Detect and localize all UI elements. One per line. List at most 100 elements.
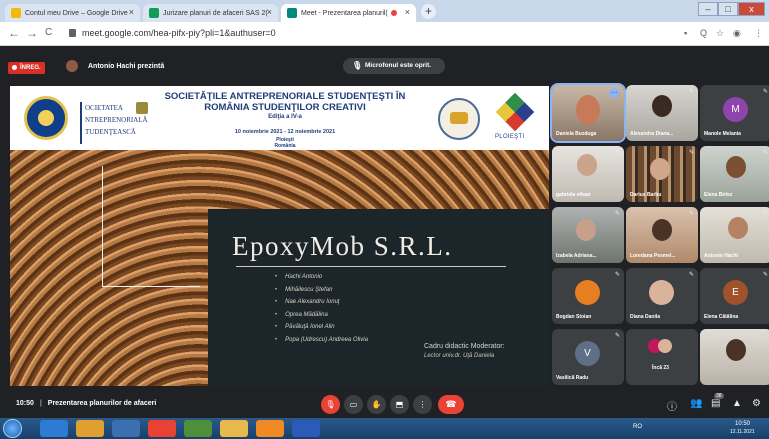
host-controls-icon[interactable]: ⚙: [752, 398, 761, 409]
raise-hand-button[interactable]: ✋: [367, 395, 386, 414]
mic-off-icon: ✎: [614, 333, 620, 339]
moderator-name: Lector univ.dr. Uţă Daniela: [424, 353, 495, 359]
participant-name: Antonio Hachi: [704, 253, 738, 259]
participant-name: Diana Danila: [630, 314, 661, 320]
bookmark-star-icon[interactable]: ☆: [716, 28, 724, 39]
presentation-slide: OCIETATEA NTREPRENORIALĂ TUDENŢEASCĂ SOC…: [10, 86, 549, 386]
participant-tile[interactable]: ✎ Antonio Hachi: [700, 207, 769, 263]
meeting-title: Prezentarea planurilor de afaceri: [47, 400, 157, 407]
reload-button[interactable]: C: [45, 27, 52, 38]
meet-controls-bar: 10:50 | Prezentarea planurilor de afacer…: [0, 391, 769, 418]
mic-off-notice: 🎙 Microfonul este oprit.: [343, 58, 445, 74]
participant-face: [726, 156, 746, 178]
participant-initial-avatar: V: [575, 341, 600, 366]
lock-icon: [69, 29, 76, 37]
maximize-button[interactable]: □: [718, 2, 738, 16]
browser-tab-bar: Contul meu Drive – Google Drive × Juriza…: [0, 0, 769, 22]
leave-call-button[interactable]: ☎: [438, 395, 464, 414]
company-underline: [236, 266, 506, 267]
participant-face: [650, 158, 670, 180]
language-flag-icon[interactable]: [184, 420, 212, 437]
participant-face: [728, 217, 748, 239]
meeting-info-icon[interactable]: ⓘ: [667, 398, 677, 413]
close-tab-icon[interactable]: ×: [267, 7, 272, 17]
mic-off-icon: ✎: [762, 272, 768, 278]
people-icon[interactable]: 👥: [690, 398, 702, 409]
participant-tile[interactable]: ✎ Loredana Pesmel...: [626, 207, 698, 263]
folder-icon[interactable]: [220, 420, 248, 437]
participant-face: [577, 154, 597, 176]
participant-tile[interactable]: ✎ Elena Birlez: [700, 146, 769, 202]
recording-indicator-icon: [391, 10, 397, 16]
windows-taskbar: RO 10:50 12.11.2021: [0, 418, 769, 439]
participant-tile[interactable]: V ✎ Vasilică Radu: [552, 329, 624, 385]
close-tab-icon[interactable]: ×: [405, 7, 410, 17]
participant-name: Manole Melania: [704, 131, 741, 137]
meeting-time: 10:50: [16, 400, 34, 407]
mic-off-icon: ✎: [688, 150, 694, 156]
tab-google-drive[interactable]: Contul meu Drive – Google Drive ×: [5, 4, 140, 22]
participant-tile[interactable]: ✎ Bogdan Stoian: [552, 268, 624, 324]
participant-tile[interactable]: ✎ Alexandra Diana...: [626, 85, 698, 141]
system-clock-time[interactable]: 10:50: [735, 421, 750, 427]
ploiesti-logo: [495, 92, 535, 132]
language-indicator[interactable]: RO: [633, 424, 642, 430]
self-view-tile[interactable]: [700, 329, 769, 385]
more-options-icon[interactable]: …: [609, 88, 619, 98]
chrome-icon[interactable]: [148, 420, 176, 437]
internet-explorer-icon[interactable]: [40, 420, 68, 437]
forward-button[interactable]: →: [26, 26, 38, 40]
present-now-button[interactable]: ⬒: [390, 395, 409, 414]
camera-toggle-button[interactable]: ▭: [344, 395, 363, 414]
new-tab-button[interactable]: +: [421, 4, 436, 19]
participant-tile[interactable]: ✎ Izabela Adriana...: [552, 207, 624, 263]
participant-tile[interactable]: ✎ Diana Danila: [626, 268, 698, 324]
system-clock-date[interactable]: 12.11.2021: [730, 429, 755, 435]
university-logo: [24, 96, 68, 140]
tab-meet[interactable]: Meet - Prezentarea planuril( ×: [281, 4, 416, 22]
mic-off-icon: ✎: [688, 272, 694, 278]
browser-menu-icon[interactable]: ⋮: [754, 28, 763, 39]
url-field[interactable]: meet.google.com/hea-pifx-piy?pli=1&authu…: [82, 28, 276, 38]
chat-icon[interactable]: ▤: [711, 398, 720, 409]
more-options-button[interactable]: ⋮: [413, 395, 432, 414]
participant-tile[interactable]: ✎ gabriela vilsan: [552, 146, 624, 202]
slide-dates: 10 noiembrie 2021 - 12 noiembrie 2021: [234, 129, 336, 135]
participant-tile[interactable]: E ✎ Elena Cătălina: [700, 268, 769, 324]
media-player-icon[interactable]: [112, 420, 140, 437]
camera-permission-icon[interactable]: ▪: [684, 28, 687, 38]
recording-badge: ÎNREG.: [8, 62, 45, 74]
more-participants-tile[interactable]: Încă 23: [626, 329, 698, 385]
word-icon[interactable]: [292, 420, 320, 437]
back-button[interactable]: ←: [8, 26, 20, 40]
team-member: Hachi Antonio: [275, 271, 368, 284]
zoom-icon[interactable]: Q: [700, 28, 707, 38]
participant-face: [652, 95, 672, 117]
participant-avatar: [575, 280, 600, 305]
participant-tile[interactable]: … Daniela Buzduga: [550, 83, 626, 143]
participant-name: Izabela Adriana...: [556, 253, 597, 259]
participant-tile[interactable]: M ✎ Manole Melania: [700, 85, 769, 141]
tab-title: Contul meu Drive – Google Drive: [25, 9, 128, 17]
window-close-button[interactable]: x: [738, 2, 765, 16]
participant-name: Bogdan Stoian: [556, 314, 592, 320]
tab-jurizare[interactable]: Jurizare planuri de afaceri SAS 2( ×: [143, 4, 278, 22]
firefox-icon[interactable]: [256, 420, 284, 437]
minimize-button[interactable]: –: [698, 2, 718, 16]
slide-title: SOCIETĂŢILE ANTREPRENORIALE STUDENŢEŞTI …: [160, 91, 410, 113]
mic-off-icon: ✎: [688, 89, 694, 95]
participant-face: [576, 95, 600, 125]
activities-icon[interactable]: ▲: [732, 398, 742, 409]
meeting-clock: 10:50 | Prezentarea planurilor de afacer…: [16, 400, 156, 407]
close-tab-icon[interactable]: ×: [129, 7, 134, 17]
participant-tile[interactable]: ✎ Darius Barbu: [626, 146, 698, 202]
organization-emblem: [136, 102, 148, 114]
start-button[interactable]: [3, 419, 22, 438]
extension-icon[interactable]: ◉: [733, 28, 741, 39]
mic-toggle-button[interactable]: 🎙: [321, 395, 340, 414]
participant-initial-avatar: E: [723, 280, 748, 305]
team-member: Păvăluţă Ionel Alin: [275, 321, 368, 334]
address-bar: ← → C meet.google.com/hea-pifx-piy?pli=1…: [0, 22, 769, 46]
file-explorer-icon[interactable]: [76, 420, 104, 437]
participant-name: Vasilică Radu: [556, 375, 589, 381]
